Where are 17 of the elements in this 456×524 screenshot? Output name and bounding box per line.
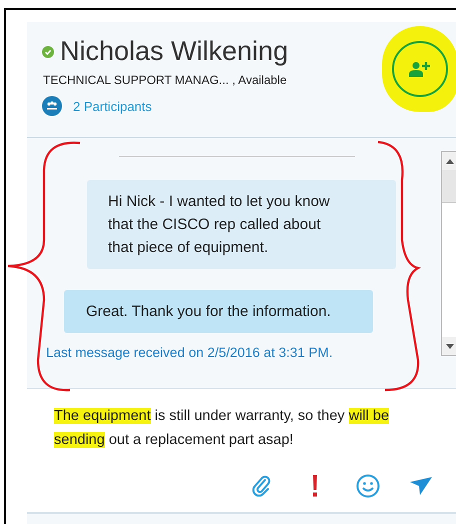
exclamation-icon <box>312 475 318 497</box>
scroll-up-icon <box>446 158 454 164</box>
smiley-icon <box>356 474 380 498</box>
scrollbar[interactable] <box>441 151 456 356</box>
group-icon <box>42 96 62 116</box>
emoji-button[interactable] <box>354 472 382 500</box>
add-person-icon <box>409 61 431 77</box>
contact-name: Nicholas Wilkening <box>60 36 288 67</box>
add-person-button[interactable] <box>392 41 448 97</box>
paperclip-icon <box>252 475 272 497</box>
scroll-down-icon <box>446 344 454 348</box>
message-bubble: Hi Nick - I wanted to let you know that the CISCO rep called about that piece of equipment. <box>87 180 396 269</box>
send-icon <box>410 477 432 495</box>
last-message-note: Last message received on 2/5/2016 at 3:31 PM. <box>46 345 334 360</box>
message-bubble: Great. Thank you for the information. <box>64 290 373 333</box>
scroll-thumb[interactable] <box>442 170 456 203</box>
contact-subtitle: TECHNICAL SUPPORT MANAG... , Available <box>43 73 288 87</box>
